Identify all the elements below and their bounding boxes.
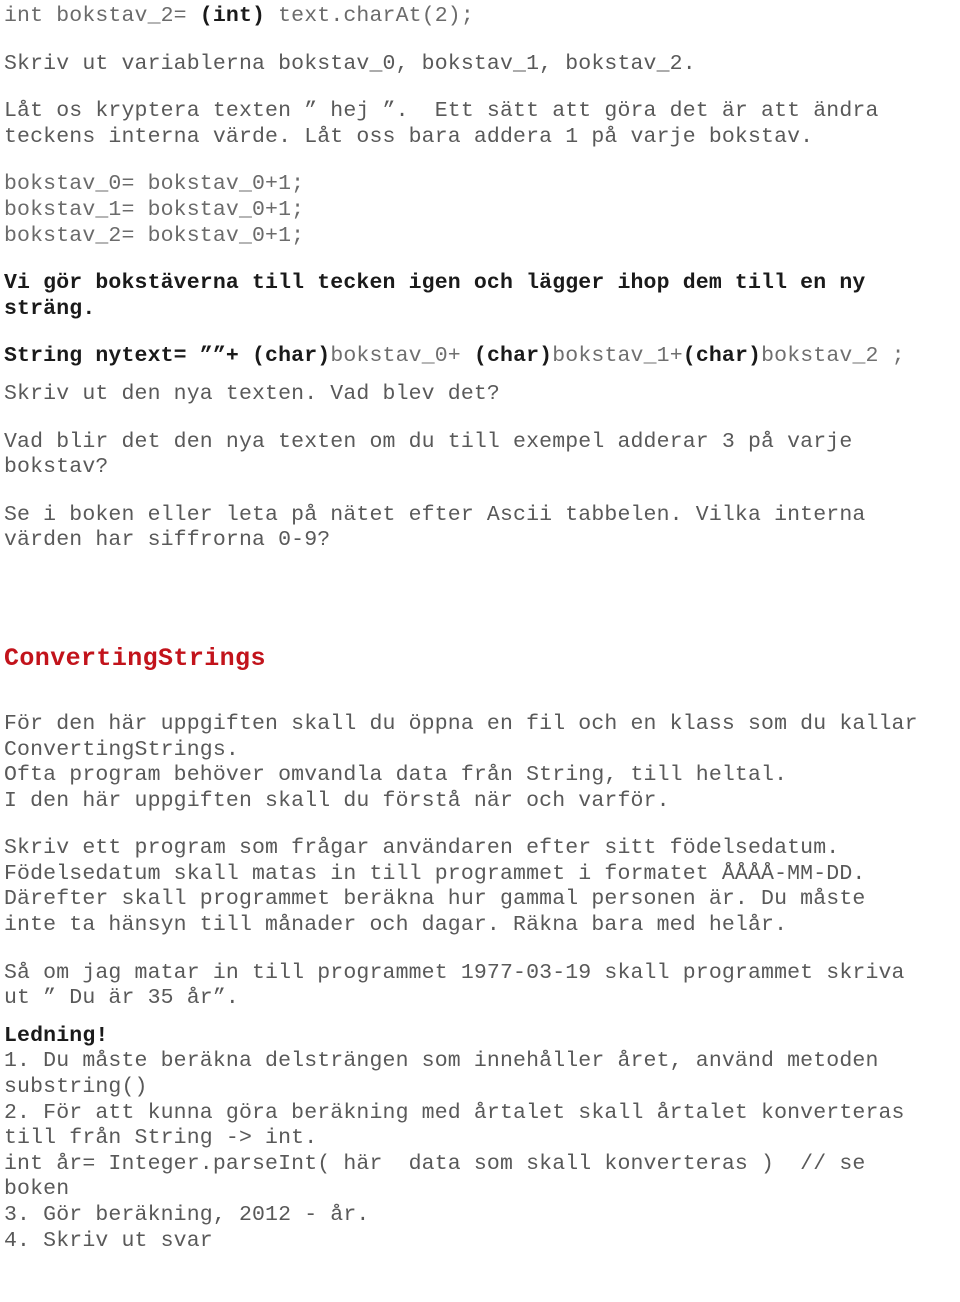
paragraph-uppgift-intro: För den här uppgiften skall du öppna en … [4, 711, 918, 813]
paragraph-exempel: Så om jag matar in till programmet 1977-… [4, 960, 905, 1011]
code-line-charat: int bokstav_2= (int) text.charAt(2); [4, 4, 960, 30]
nytext-cast-1: (char) [252, 344, 331, 369]
nytext-cast-3: (char) [682, 344, 762, 369]
code-charat-cast: (int) [199, 4, 266, 28]
nytext-cast-2: (char) [473, 344, 553, 369]
nytext-var-1: bokstav_0+ [330, 344, 474, 369]
code-charat-suffix: text.charAt(2); [265, 4, 474, 28]
paragraph-uppgift-beskrivning: Skriv ett program som frågar användaren … [4, 836, 866, 938]
code-charat-prefix: int bokstav_2= [4, 4, 200, 28]
paragraph-skriv-ut-nya-texten: Skriv ut den nya texten. Vad blev det? [4, 381, 500, 406]
nytext-declaration: String nytext= ””+ [4, 344, 252, 369]
code-block-addera: bokstav_0= bokstav_0+1; bokstav_1= bokst… [4, 172, 305, 248]
paragraph-vad-blir-det: Vad blir det den nya texten om du till e… [4, 429, 853, 480]
heading-converting-strings: ConvertingStrings [4, 643, 266, 673]
document-page: int bokstav_2= (int) text.charAt(2); Skr… [0, 0, 960, 1302]
paragraph-ascii-tabell: Se i boken eller leta på nätet efter Asc… [4, 502, 866, 553]
nytext-var-2: bokstav_1+ [552, 344, 683, 369]
code-line-nytext: String nytext= ””+ (char)bokstav_0+ (cha… [4, 344, 960, 370]
paragraph-skriv-ut-variabler: Skriv ut variablerna bokstav_0, bokstav_… [4, 51, 696, 76]
paragraph-vi-gor-bokstaverna: Vi gör bokstäverna till tecken igen och … [4, 271, 866, 321]
heading-ledning: Ledning! [4, 1023, 109, 1048]
paragraph-kryptera: Låt os kryptera texten ” hej ”. Ett sätt… [4, 99, 879, 149]
nytext-var-3: bokstav_2 ; [761, 344, 905, 369]
paragraph-ledning-steps: 1. Du måste beräkna delsträngen som inne… [4, 1049, 905, 1253]
